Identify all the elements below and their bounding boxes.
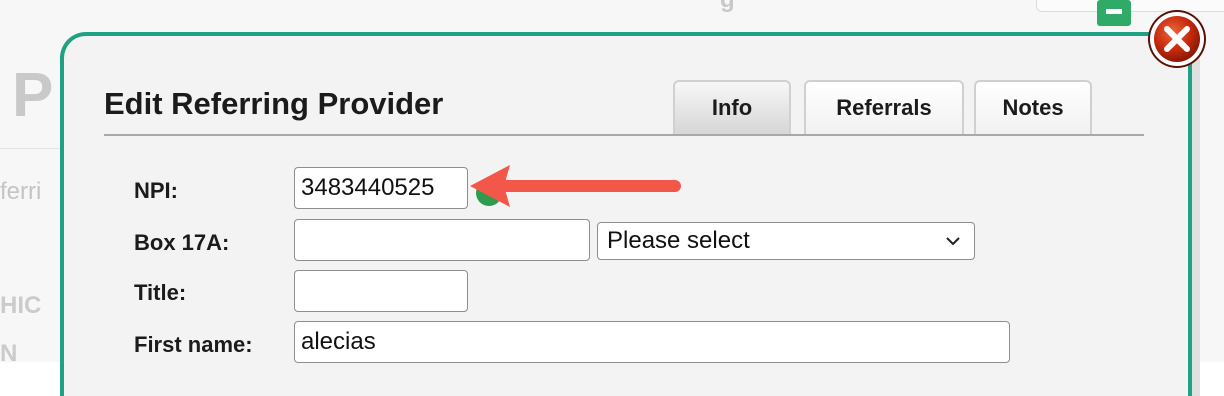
background-text-fragment: N [0,340,18,367]
background-text-fragment: HIC [0,292,42,319]
background-text-fragment: ferri [0,178,42,205]
title-label: Title: [134,280,187,305]
edit-referring-provider-dialog: Edit Referring Provider Info Referrals N… [60,32,1192,396]
box17a-field[interactable] [294,219,590,261]
tab-underline [104,134,1144,136]
chevron-down-icon [946,237,960,246]
save-icon[interactable] [1097,0,1131,26]
background-text-fragment: g [720,0,735,14]
npi-lookup-icon[interactable] [476,180,502,206]
close-button[interactable] [1146,8,1208,70]
dialog-title: Edit Referring Provider [104,86,444,121]
box17a-qualifier-select[interactable]: Please select [597,222,975,260]
npi-field[interactable] [294,167,468,209]
background-divider [0,148,62,149]
select-value: Please select [607,227,750,254]
title-field[interactable] [294,270,468,312]
tab-info[interactable]: Info [673,80,791,134]
first-name-label: First name: [134,332,253,357]
tab-notes[interactable]: Notes [974,80,1092,134]
box17a-label: Box 17A: [134,230,230,255]
tab-referrals[interactable]: Referrals [804,80,964,134]
first-name-field[interactable] [294,321,1010,363]
close-icon [1148,10,1206,68]
npi-label: NPI: [134,178,178,203]
background-heading-fragment: P [12,61,54,130]
